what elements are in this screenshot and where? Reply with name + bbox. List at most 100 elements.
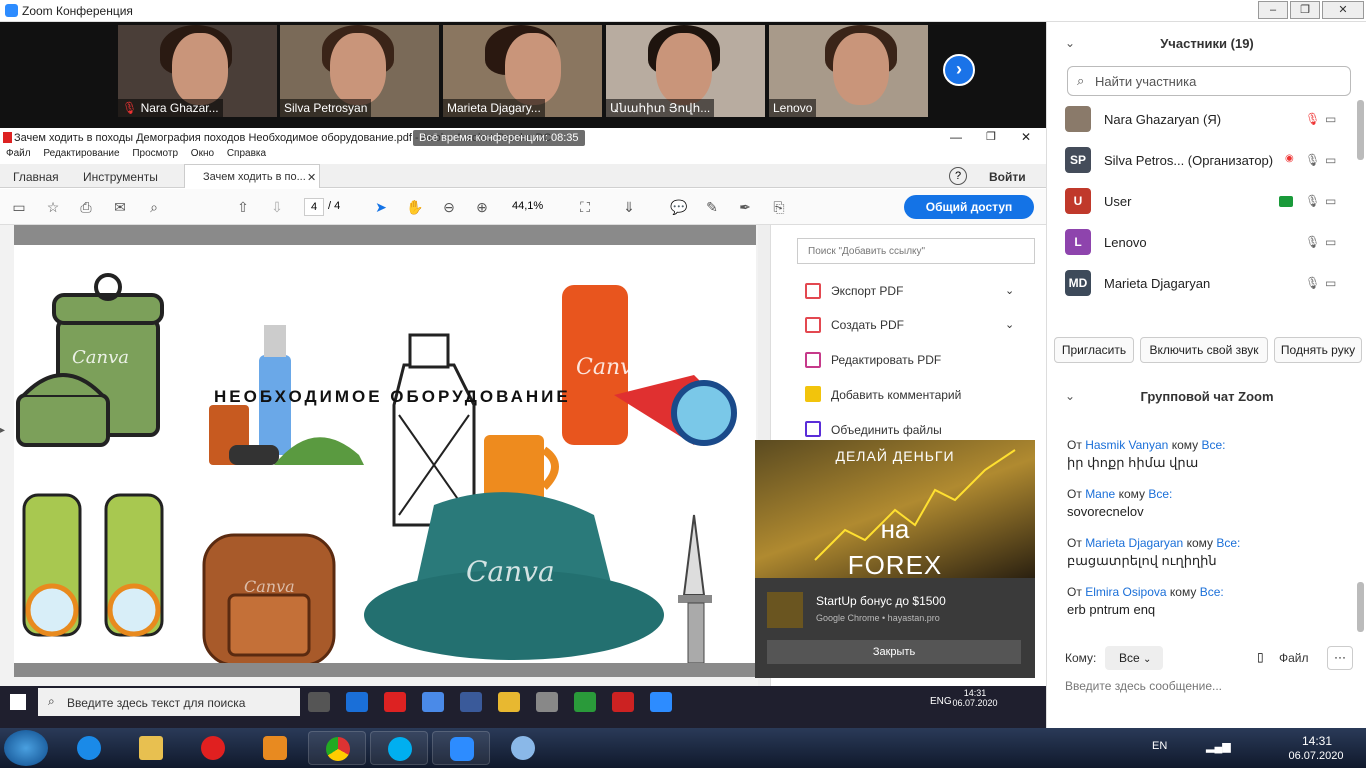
acrobat-close-button[interactable]: ✕ [1021,130,1031,144]
explorer-taskbar-button[interactable] [122,731,180,765]
yandex-taskbar-button[interactable] [184,731,242,765]
video-tile[interactable]: Silva Petrosyan [280,25,439,117]
app-icon[interactable] [536,692,558,712]
zoom-taskbar-button[interactable] [432,731,490,765]
page-number-input[interactable]: 4 [304,198,324,216]
edge-icon[interactable] [346,692,368,712]
windows-start-icon[interactable] [10,694,26,710]
video-tile[interactable]: 🎙 Nara Ghazar... [118,25,277,117]
chrome-taskbar-button[interactable] [308,731,366,765]
share-button[interactable]: Общий доступ [904,195,1034,219]
fit-page-icon[interactable]: ⛶ [576,198,594,216]
participant-row[interactable]: SP Silva Petros... (Организатор) ◉ 🎙 ▭ [1047,141,1357,181]
mic-icon[interactable]: 🎙 [1305,153,1320,167]
task-view-icon[interactable] [308,692,330,712]
clock-date[interactable]: 06.07.2020 [1283,750,1349,762]
signin-button[interactable]: Войти [989,170,1026,184]
video-tile[interactable]: Անահիտ Յովհ... [606,25,765,117]
facebook-icon[interactable] [460,692,482,712]
fill-sign-icon[interactable]: ⎘ [770,198,788,216]
chat-file-button[interactable]: Файл [1279,651,1309,665]
bookmark-star-icon[interactable]: ☆ [44,198,62,216]
participant-row[interactable]: Nara Ghazaryan (Я) 🎙 ▭ [1047,100,1357,140]
taskbar-search-input[interactable]: Введите здесь текст для поиска [38,688,300,716]
select-cursor-icon[interactable]: ➤ [372,198,390,216]
mic-icon[interactable]: 🎙 [1305,276,1320,290]
unmute-button[interactable]: Включить свой звук [1140,337,1268,363]
signal-icon[interactable]: ▂▄▆ [1206,740,1231,753]
comment-toolbar-icon[interactable]: 💬 [670,198,688,216]
ad-close-button[interactable]: Закрыть [767,640,1021,664]
paint-taskbar-button[interactable] [494,731,552,765]
tools-search-input[interactable]: Поиск "Добавить ссылку" [797,238,1035,264]
menu-window[interactable]: Окно [191,148,214,159]
zoom-in-icon[interactable]: ⊕ [473,198,491,216]
tab-tools[interactable]: Инструменты [83,170,158,184]
acrobat-icon[interactable] [612,692,634,712]
chat-more-button[interactable]: ··· [1327,646,1353,670]
chat-message-input[interactable]: Введите здесь сообщение... [1065,679,1222,693]
tool-edit-pdf[interactable]: Редактировать PDF [831,353,941,367]
zoom-level[interactable]: 44,1% [512,200,543,212]
email-icon[interactable]: ✉ [111,198,129,216]
camera-icon[interactable]: ▭ [1325,112,1336,126]
opera-icon[interactable] [384,692,406,712]
tool-export-pdf[interactable]: Экспорт PDF [831,284,903,298]
help-icon[interactable]: ? [949,167,967,185]
muted-mic-icon[interactable]: 🎙 [1305,112,1320,126]
highlight-icon[interactable]: ✎ [703,198,721,216]
maximize-button[interactable]: ❐ [1290,1,1320,19]
skype-taskbar-button[interactable] [370,731,428,765]
participant-row[interactable]: U User 🎙 ▭ [1047,182,1357,222]
tray-lang[interactable]: ENG [930,696,952,707]
participant-row[interactable]: MD Marieta Djagaryan 🎙 ▭ [1047,264,1357,304]
media-taskbar-button[interactable] [246,731,304,765]
chat-scrollbar[interactable] [1357,582,1364,632]
invite-button[interactable]: Пригласить [1054,337,1134,363]
participant-row[interactable]: L Lenovo 🎙 ▭ [1047,223,1357,263]
menu-file[interactable]: Файл [6,148,31,159]
print-icon[interactable]: ⎙ [77,198,95,216]
document-area[interactable]: Canva Canva Canva Canva НЕОБХОДИМОЕ ОБОР… [0,225,770,686]
mic-icon[interactable]: 🎙 [1305,194,1320,208]
close-button[interactable]: ✕ [1322,1,1364,19]
tool-combine-files[interactable]: Объединить файлы [831,423,942,437]
camera-icon[interactable]: ▭ [1325,235,1336,249]
windows-start-icon[interactable] [4,730,48,766]
camera-icon[interactable]: ▭ [1325,194,1336,208]
app-icon[interactable] [422,692,444,712]
close-tab-icon[interactable]: ✕ [307,171,316,184]
video-tile[interactable]: Marieta Djagary... [443,25,602,117]
zoom-out-icon[interactable]: ⊖ [440,198,458,216]
left-pane-toggle-icon[interactable]: ▸ [0,425,5,436]
ad-notification[interactable]: ДЕЛАЙ ДЕНЬГИ на FOREX StartUp бонус до $… [755,440,1035,678]
chat-recipient-select[interactable]: Все ⌄ [1105,646,1163,670]
scroll-mode-icon[interactable]: ⇓ [620,198,638,216]
sign-icon[interactable]: ✒ [736,198,754,216]
menu-help[interactable]: Справка [227,148,266,159]
ie-taskbar-button[interactable] [60,731,118,765]
next-page-arrow-icon[interactable]: › [943,54,975,86]
chevron-down-icon[interactable]: ⌄ [1005,284,1014,297]
camera-icon[interactable]: ▭ [1325,276,1336,290]
hand-tool-icon[interactable]: ✋ [406,198,424,216]
participants-scrollbar[interactable] [1357,100,1364,160]
participant-search-input[interactable]: Найти участника [1067,66,1351,96]
acrobat-minimize-button[interactable]: — [950,130,962,144]
acrobat-maximize-button[interactable]: ❐ [986,130,996,143]
folder-icon[interactable] [498,692,520,712]
menu-view[interactable]: Просмотр [132,148,178,159]
raise-hand-button[interactable]: Поднять руку [1274,337,1362,363]
language-indicator[interactable]: EN [1152,740,1167,752]
mic-icon[interactable]: 🎙 [1305,235,1320,249]
chrome-icon[interactable] [574,692,596,712]
chevron-down-icon[interactable]: ⌄ [1005,318,1014,331]
page-down-icon[interactable]: ⇩ [268,198,286,216]
page-up-icon[interactable]: ⇧ [234,198,252,216]
video-tile[interactable]: Lenovo [769,25,928,117]
tool-create-pdf[interactable]: Создать PDF [831,318,904,332]
tool-add-comment[interactable]: Добавить комментарий [831,388,961,402]
tab-document[interactable]: Зачем ходить в по... ✕ [184,164,320,188]
minimize-button[interactable]: – [1258,1,1288,19]
save-icon[interactable]: ▭ [10,198,28,216]
